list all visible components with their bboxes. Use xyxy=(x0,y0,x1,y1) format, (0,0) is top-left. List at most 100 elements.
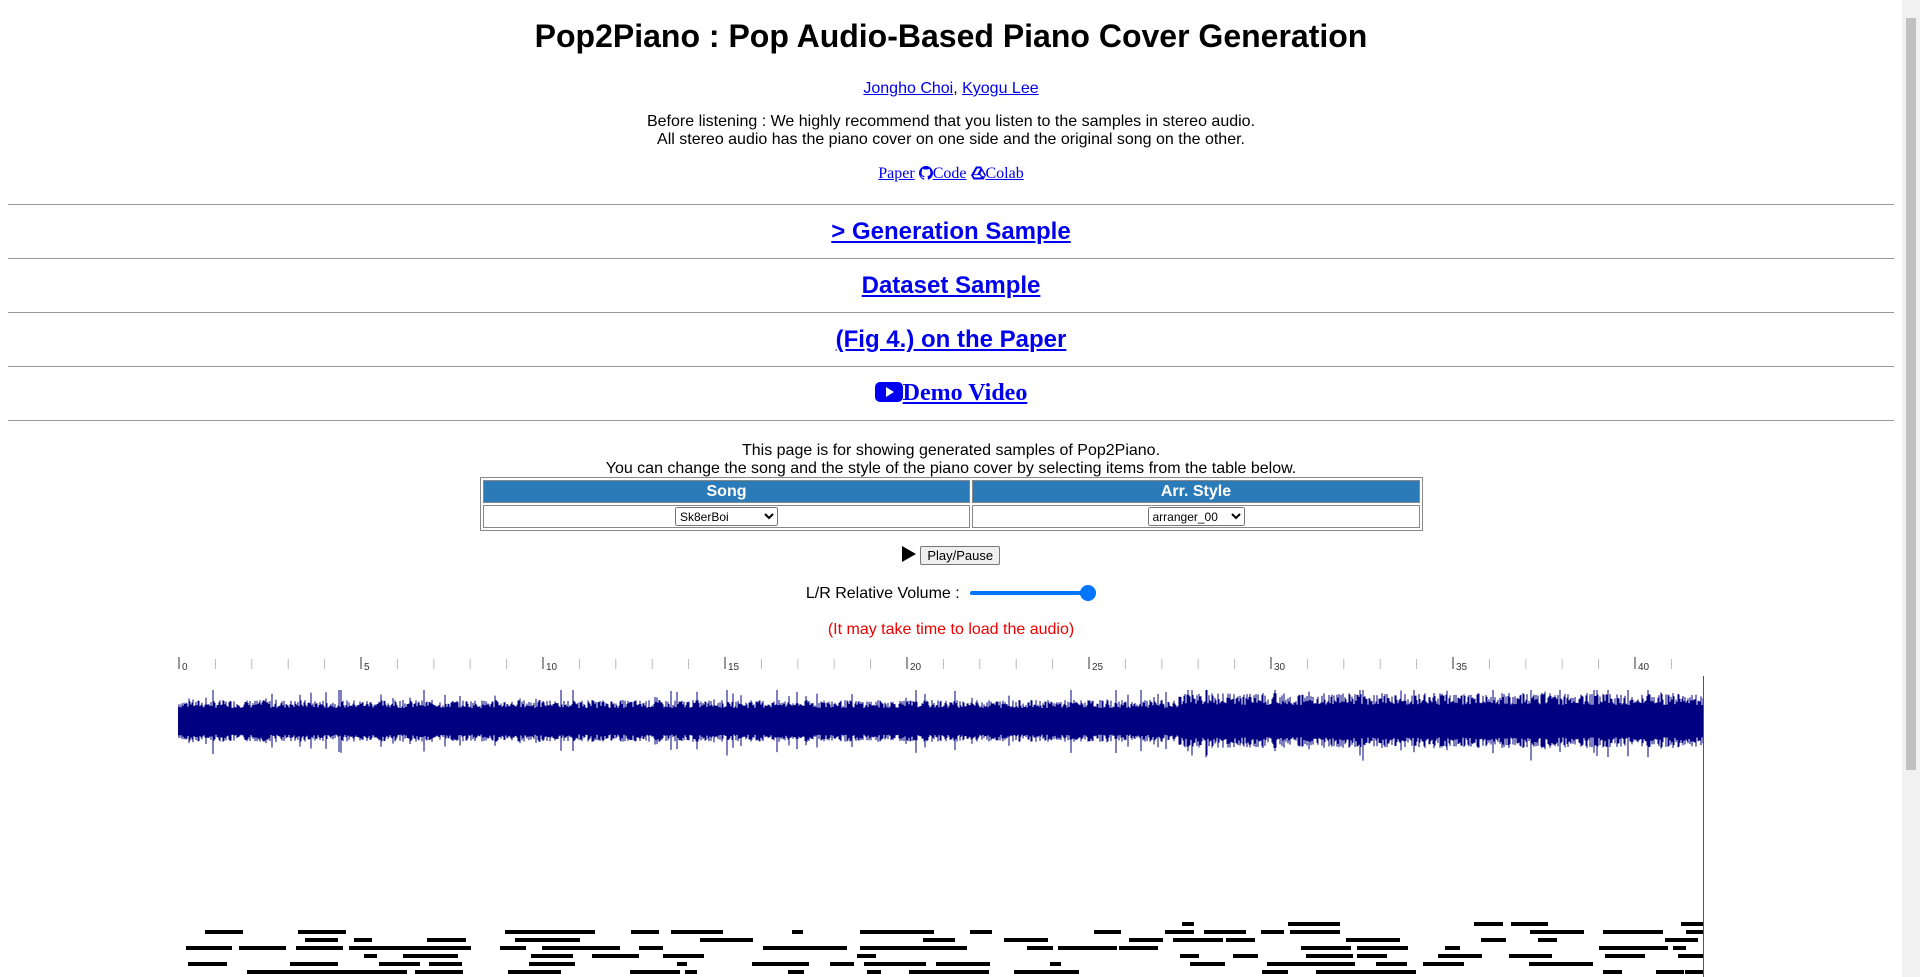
playback-cursor[interactable] xyxy=(1703,676,1704,977)
piano-note xyxy=(354,938,372,942)
piano-note xyxy=(415,954,432,958)
piano-note xyxy=(1509,954,1552,958)
piano-note xyxy=(1538,938,1557,942)
timeline-ruler: 0 5 10 15 20 25 30 35 40 xyxy=(178,657,1672,673)
piano-note xyxy=(1673,946,1686,950)
piano-note xyxy=(630,970,680,974)
author-link-lee[interactable]: Kyogu Lee xyxy=(962,80,1039,97)
piano-note xyxy=(1306,954,1353,958)
piano-note xyxy=(663,954,691,958)
piano-note xyxy=(631,930,659,934)
piano-note xyxy=(1204,930,1231,934)
piano-note xyxy=(343,970,389,974)
play-icon[interactable] xyxy=(901,546,916,564)
resource-links: Paper Code Colab xyxy=(0,165,1902,183)
piano-note xyxy=(1530,930,1580,934)
page: Pop2Piano : Pop Audio-Based Piano Cover … xyxy=(0,0,1902,977)
code-link[interactable]: Code xyxy=(933,165,967,182)
piano-note xyxy=(1605,954,1645,958)
piano-note xyxy=(300,946,343,950)
timeline-label: 15 xyxy=(728,662,740,673)
authors: Jongho Choi, Kyogu Lee xyxy=(0,80,1902,98)
note-line-2: All stereo audio has the piano cover on … xyxy=(657,131,1245,148)
volume-row: L/R Relative Volume : xyxy=(0,585,1902,603)
piano-note xyxy=(1474,922,1503,926)
style-cell: arranger_00 xyxy=(972,505,1420,528)
play-pause-button[interactable]: Play/Pause xyxy=(920,546,1001,565)
piano-note xyxy=(1438,954,1482,958)
demo-video-link[interactable]: Demo Video xyxy=(874,380,1027,406)
piano-note xyxy=(1027,946,1053,950)
scrollbar-thumb[interactable] xyxy=(1906,18,1916,770)
piano-note xyxy=(1173,938,1199,942)
paper-link[interactable]: Paper xyxy=(878,165,914,182)
fig4-link[interactable]: (Fig 4.) on the Paper xyxy=(836,326,1067,353)
piano-note xyxy=(792,930,803,934)
piano-note xyxy=(1666,938,1698,942)
piano-note xyxy=(580,946,620,950)
author-link-choi[interactable]: Jongho Choi xyxy=(863,80,953,97)
scrollbar[interactable] xyxy=(1902,0,1920,977)
piano-note xyxy=(505,930,559,934)
timeline-label: 0 xyxy=(182,662,188,673)
intro-line-2: You can change the song and the style of… xyxy=(605,460,1297,477)
piano-note xyxy=(1190,962,1225,966)
section-generation: > Generation Sample xyxy=(8,204,1894,258)
youtube-icon xyxy=(874,380,903,406)
piano-note xyxy=(671,930,723,934)
piano-note xyxy=(895,962,926,966)
piano-note xyxy=(1445,946,1460,950)
waveform[interactable] xyxy=(178,690,1704,790)
piano-note xyxy=(1058,946,1113,950)
piano-note xyxy=(592,954,639,958)
piano-note xyxy=(1226,938,1255,942)
piano-note xyxy=(379,962,420,966)
piano-note xyxy=(916,946,967,950)
piano-roll xyxy=(186,922,1704,974)
piano-note xyxy=(788,970,804,974)
timeline-label: 35 xyxy=(1456,662,1468,673)
piano-note xyxy=(305,930,346,934)
piano-note xyxy=(540,970,561,974)
piano-note xyxy=(685,970,697,974)
piano-note xyxy=(1094,930,1121,934)
github-icon xyxy=(918,165,933,182)
style-select[interactable]: arranger_00 xyxy=(1147,507,1245,526)
piano-note xyxy=(1355,970,1412,974)
section-dataset: Dataset Sample xyxy=(8,258,1894,312)
volume-thumb[interactable] xyxy=(1080,585,1097,601)
song-cell: Sk8erBoi xyxy=(483,505,970,528)
piano-note xyxy=(1686,930,1704,934)
piano-note xyxy=(1119,946,1158,950)
piano-note xyxy=(970,930,992,934)
piano-note xyxy=(1656,970,1684,974)
song-header: Song xyxy=(483,480,970,503)
volume-slider[interactable] xyxy=(970,585,1097,601)
piano-note xyxy=(1481,938,1506,942)
colab-link[interactable]: Colab xyxy=(986,165,1024,182)
timeline-label: 5 xyxy=(364,662,370,673)
timeline-label: 10 xyxy=(546,662,558,673)
piano-note xyxy=(1357,946,1408,950)
piano-note xyxy=(923,938,955,942)
piano-note xyxy=(1233,954,1258,958)
author-separator: , xyxy=(953,80,963,97)
piano-note xyxy=(1632,946,1668,950)
dataset-sample-link[interactable]: Dataset Sample xyxy=(862,272,1041,299)
piano-note xyxy=(1262,970,1288,974)
piano-note xyxy=(349,946,366,950)
piano-note xyxy=(963,970,989,974)
piano-note xyxy=(1511,922,1548,926)
piano-note xyxy=(1603,970,1622,974)
piano-note xyxy=(1303,946,1315,950)
volume-track xyxy=(970,591,1097,595)
piano-note xyxy=(415,970,463,974)
piano-note xyxy=(1316,970,1358,974)
listening-note: Before listening : We highly recommend t… xyxy=(0,113,1902,149)
song-select[interactable]: Sk8erBoi xyxy=(675,507,778,526)
loading-warning: (It may take time to load the audio) xyxy=(827,621,1075,638)
piano-note xyxy=(1376,962,1407,966)
piano-note xyxy=(936,962,990,966)
piano-note xyxy=(364,954,377,958)
generation-sample-link[interactable]: > Generation Sample xyxy=(831,218,1070,245)
